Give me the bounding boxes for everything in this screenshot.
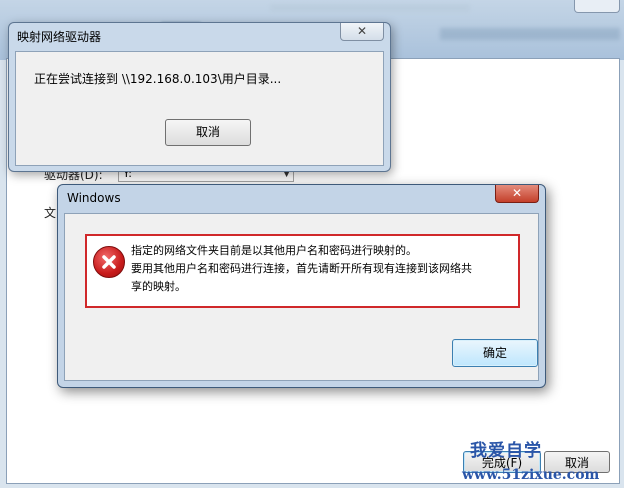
cancel-button[interactable]: 取消	[165, 119, 251, 146]
dialog-body: 指定的网络文件夹目前是以其他用户名和密码进行映射的。 要用其他用户名和密码进行连…	[64, 213, 539, 381]
connecting-dialog: 映射网络驱动器 ✕ 正在尝试连接到 \\192.168.0.103\用户目录..…	[8, 22, 391, 172]
error-message-line: 享的映射。	[131, 280, 186, 293]
error-message-highlight: 指定的网络文件夹目前是以其他用户名和密码进行映射的。 要用其他用户名和密码进行连…	[85, 234, 520, 308]
background-blurred-text	[440, 28, 620, 40]
close-button[interactable]: ✕	[340, 23, 384, 41]
ok-button[interactable]: 确定	[452, 339, 538, 367]
connecting-message: 正在尝试连接到 \\192.168.0.103\用户目录...	[34, 72, 282, 86]
error-icon	[93, 246, 125, 278]
error-message-line: 要用其他用户名和密码进行连接，首先请断开所有现有连接到该网络共	[131, 262, 472, 275]
dialog-title: 映射网络驱动器	[17, 30, 102, 44]
watermark-logo-text: 我爱自学	[470, 441, 542, 461]
watermark-url: www.51zixue.com	[462, 467, 600, 483]
close-button[interactable]: ✕	[495, 185, 539, 203]
background-close-button[interactable]	[574, 0, 620, 13]
error-message-line: 指定的网络文件夹目前是以其他用户名和密码进行映射的。	[131, 244, 417, 257]
background-blurred-text	[270, 4, 470, 12]
folder-label: 文	[44, 206, 57, 220]
dialog-title: Windows	[67, 191, 121, 205]
error-dialog: Windows ✕ 指定的网络文件夹目前是以其他用户名和密码进行映射的。 要用其…	[57, 184, 546, 388]
dialog-body: 正在尝试连接到 \\192.168.0.103\用户目录... 取消	[15, 51, 384, 166]
